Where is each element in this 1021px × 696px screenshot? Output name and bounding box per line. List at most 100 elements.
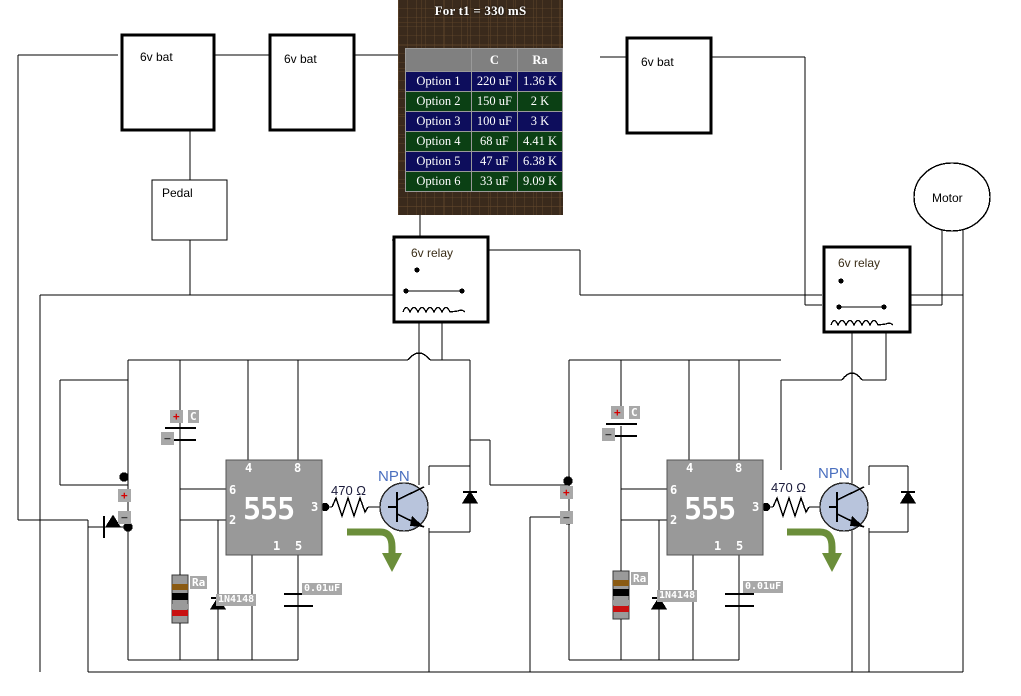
option-c-value: 33 uF [470,171,518,192]
option-ra-value: 9.09 K [516,171,564,192]
ic1-pin-3: 3 [311,500,319,514]
flow-arrow1-head [382,553,402,572]
junction-dot-plus-right [563,476,573,486]
ra1-band-gray [172,604,188,609]
option-ra-value: 2 K [516,91,564,112]
option-label: Option 4 [405,131,472,152]
option-c-value: 100 uF [470,111,518,132]
options-panel: For t1 = 330 mS C Ra Option 1 220 uF 1.3… [398,0,564,215]
battery1-label: 6v bat [140,50,173,64]
junction-dot-plus-left [119,472,129,482]
junction-dot-minus-left [123,522,133,532]
option-label: Option 1 [405,71,472,92]
npn1-label: NPN [378,468,410,485]
ic2-pin-1: 1 [714,539,722,553]
relay2-label: 6v relay [838,256,881,270]
table-row[interactable]: Option 5 47 uF 6.38 K [405,151,564,172]
ic1-pin-6: 6 [229,483,237,497]
resistor2-label: 470 Ω [771,480,807,495]
battery2-label: 6v bat [284,52,317,66]
panel-title: For t1 = 330 mS [434,3,527,18]
option-c-value: 68 uF [470,131,518,152]
option-label: Option 3 [405,111,472,132]
table-row[interactable]: Option 1 220 uF 1.36 K [405,71,564,92]
node2-minus-sign: − [560,511,573,524]
ra2-band-black [613,589,629,596]
npn2-label: NPN [818,465,850,482]
ra2-band-red [613,606,629,612]
ic2-pin-3: 3 [752,500,760,514]
battery2-box [268,33,356,132]
ic2-pin-4: 4 [686,461,694,475]
table-row[interactable]: Option 4 68 uF 4.41 K [405,131,564,152]
cap-timing2-label: 0.01uF [743,581,784,593]
option-label: Option 5 [405,151,472,172]
table-row[interactable]: Option 2 150 uF 2 K [405,91,564,112]
relay2-contact-a [836,304,842,310]
circuit-diagram-canvas: 6v bat 6v bat 6v bat Pedal Motor 6v rela… [0,0,1021,696]
ra2-band-brown [613,580,629,586]
header-c: C [470,48,518,72]
ic1-pin-2: 2 [229,513,237,527]
cap1-label: C [188,410,199,423]
resistor2-zigzag [772,495,810,519]
ra1-band-black [172,593,188,600]
option-label: Option 2 [405,91,472,112]
flow-arrow2-shaft [787,528,836,555]
option-c-value: 220 uF [470,71,518,92]
ic1-label: 555 [243,492,295,527]
motor-label: Motor [932,191,963,205]
ic2-pin-2: 2 [670,513,678,527]
header-blank [405,48,472,72]
ic1-pin-1: 1 [273,539,281,553]
table-row[interactable]: Option 3 100 uF 3 K [405,111,564,132]
cap-timing1-label: 0.01uF [302,583,343,595]
pedal-label: Pedal [162,186,193,200]
ic1-pin-8: 8 [294,461,302,475]
option-ra-value: 1.36 K [516,71,564,92]
diode2-label: 1N4148 [657,590,698,602]
battery3-box [625,36,713,135]
npn2-envelope [819,482,869,532]
relay1-label: 6v relay [411,246,454,260]
options-table-header-row: C Ra [405,48,564,72]
npn1-envelope [379,482,429,532]
option-ra-value: 4.41 K [516,131,564,152]
options-table: C Ra Option 1 220 uF 1.36 K Option 2 150… [405,48,564,192]
flow-arrow2-head [822,553,842,572]
ic2-pin-8: 8 [735,461,743,475]
option-c-value: 150 uF [470,91,518,112]
ra1-label: Ra [190,576,208,589]
battery3-label: 6v bat [641,55,674,69]
ic2-pin-6: 6 [670,483,678,497]
cap1-plus-sign: + [170,410,183,423]
ic2-pin-5: 5 [736,539,744,553]
ic1-pin-5: 5 [295,539,303,553]
relay2-dot [838,278,844,284]
resistor1-zigzag [331,495,369,519]
table-row[interactable]: Option 6 33 uF 9.09 K [405,171,564,192]
cap1-minus-sign: − [161,432,174,445]
option-c-value: 47 uF [470,151,518,172]
cap2-label: C [629,406,640,419]
node1-plus-sign: + [118,489,131,502]
cap2-minus-sign: − [602,428,615,441]
cap2-plus-sign: + [611,406,624,419]
header-ra: Ra [516,48,564,72]
ra2-label: Ra [631,572,649,585]
ra2-band-gray [613,600,629,605]
relay1-contact-a [403,288,409,294]
diode-flyback1-body [461,490,479,504]
relay1-dot [414,267,420,273]
resistor1-label: 470 Ω [331,483,367,498]
node1-minus-sign: − [118,511,131,524]
option-ra-value: 3 K [516,111,564,132]
ra1-band-red [172,610,188,616]
option-ra-value: 6.38 K [516,151,564,172]
ic1-pin-4: 4 [245,461,253,475]
ic2-label: 555 [684,492,736,527]
node2-plus-sign: + [560,486,573,499]
option-label: Option 6 [405,171,472,192]
diode-flyback2-body [899,490,917,504]
diode1-label: 1N4148 [216,594,257,606]
